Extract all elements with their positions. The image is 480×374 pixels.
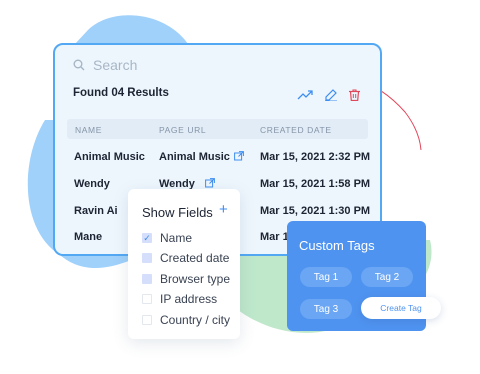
cell-created-date: Mar 15, 2021 1:30 PM (260, 205, 371, 217)
search-icon (73, 59, 85, 71)
external-link-icon[interactable] (204, 178, 215, 188)
checkbox[interactable] (142, 274, 152, 284)
custom-tags-title: Custom Tags (299, 238, 375, 253)
column-header-name: NAME (75, 125, 102, 135)
field-label: IP address (160, 292, 218, 306)
field-option-ip-address[interactable]: IP address (142, 292, 217, 306)
table-header: NAME PAGE URL CREATED DATE (67, 119, 368, 139)
cell-created-date: Mar 15, 2021 1:58 PM (260, 178, 371, 190)
add-field-button[interactable]: + (219, 201, 228, 218)
cell-created-date: Mar 1 (260, 231, 289, 243)
cell-name: Mane (74, 231, 103, 243)
table-row[interactable]: Animal Music Animal Music Mar 15, 2021 2… (55, 151, 380, 171)
field-label: Country / city (160, 313, 231, 327)
field-label: Browser type (160, 272, 231, 286)
field-option-created-date[interactable]: Created date (142, 251, 229, 265)
field-option-name[interactable]: ✓ Name (142, 231, 192, 245)
field-label: Created date (160, 251, 230, 265)
cell-name: Wendy (74, 178, 110, 190)
field-option-browser-type[interactable]: Browser type (142, 272, 230, 286)
cell-created-date: Mar 15, 2021 2:32 PM (260, 151, 371, 163)
create-tag-button[interactable]: Create Tag (361, 297, 441, 319)
checkbox[interactable] (142, 253, 152, 263)
cell-name: Animal Music (74, 151, 145, 163)
trash-icon[interactable] (349, 89, 360, 101)
external-link-icon[interactable] (234, 151, 244, 161)
column-header-page-url: PAGE URL (159, 125, 207, 135)
trending-up-icon[interactable] (297, 89, 313, 101)
checkbox-checked[interactable]: ✓ (142, 233, 152, 243)
result-actions (297, 89, 360, 101)
page-url-link[interactable]: Animal Music (159, 151, 230, 163)
tag-chip[interactable]: Tag 1 (300, 267, 352, 287)
show-fields-panel: Show Fields + ✓ Name Created date Browse… (128, 189, 240, 339)
column-header-created-date: CREATED DATE (260, 125, 332, 135)
field-label: Name (160, 231, 193, 245)
checkbox[interactable] (142, 294, 152, 304)
checkbox[interactable] (142, 315, 152, 325)
tag-chip[interactable]: Tag 2 (361, 267, 413, 287)
results-count: Found 04 Results (73, 87, 169, 99)
search-bar[interactable]: Search (73, 57, 137, 73)
edit-icon[interactable] (325, 89, 337, 101)
search-input[interactable]: Search (93, 57, 137, 73)
show-fields-title: Show Fields (142, 205, 213, 220)
cell-name: Ravin Ai (74, 205, 118, 217)
cell-page-url[interactable]: Animal Music (159, 151, 244, 163)
field-option-country-city[interactable]: Country / city (142, 313, 230, 327)
tag-chip[interactable]: Tag 3 (300, 299, 352, 319)
